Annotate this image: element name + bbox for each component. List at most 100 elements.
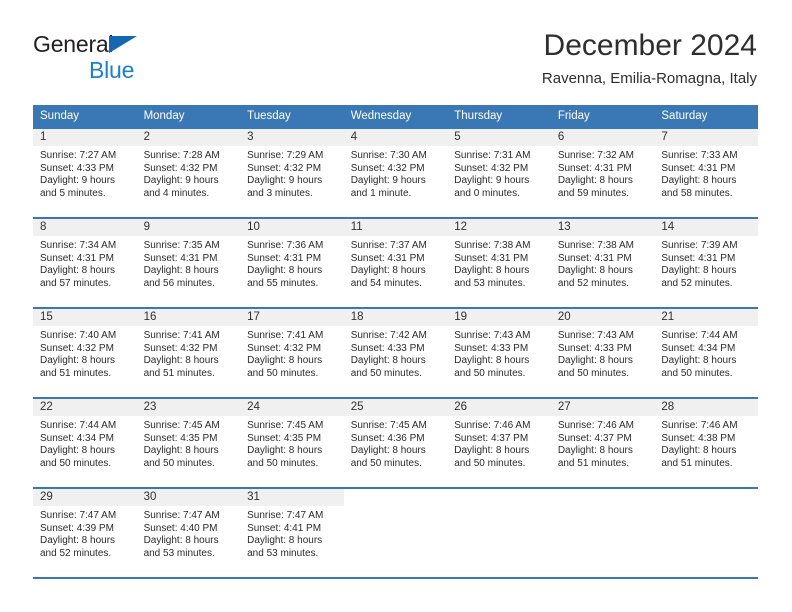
day-cell[interactable]: 17 Sunrise: 7:41 AM Sunset: 4:32 PM Dayl… [240,307,344,398]
day-cell[interactable]: 28 Sunrise: 7:46 AM Sunset: 4:38 PM Dayl… [654,397,758,488]
day-cell[interactable]: 1 Sunrise: 7:27 AM Sunset: 4:33 PM Dayli… [33,127,137,218]
sunset-text: Sunset: 4:32 PM [247,162,322,174]
day-details: Sunrise: 7:36 AM Sunset: 4:31 PM Dayligh… [240,236,344,290]
daylight-text-line2: and 52 minutes. [661,277,733,289]
daylight-text-line2: and 50 minutes. [247,367,319,379]
daylight-text-line2: and 50 minutes. [350,367,422,379]
daylight-text-line2: and 59 minutes. [557,187,629,199]
daylight-text-line1: Daylight: 8 hours [247,355,323,367]
title-block: December 2024 Ravenna, Emilia-Romagna, I… [542,28,757,89]
day-cell[interactable]: 5 Sunrise: 7:31 AM Sunset: 4:32 PM Dayli… [447,127,551,218]
weekday-header-friday: Friday [550,105,655,128]
day-number: 5 [447,129,551,146]
day-cell[interactable]: 27 Sunrise: 7:46 AM Sunset: 4:37 PM Dayl… [550,397,655,488]
sunset-text: Sunset: 4:32 PM [143,342,218,354]
day-cell[interactable]: 23 Sunrise: 7:45 AM Sunset: 4:35 PM Dayl… [136,397,241,488]
day-number: 26 [447,399,551,416]
day-cell[interactable]: 30 Sunrise: 7:47 AM Sunset: 4:40 PM Dayl… [136,487,241,579]
day-cell[interactable]: 15 Sunrise: 7:40 AM Sunset: 4:32 PM Dayl… [33,307,137,398]
sunset-text: Sunset: 4:40 PM [143,522,218,534]
sunset-text: Sunset: 4:38 PM [661,432,736,444]
sunset-text: Sunset: 4:37 PM [557,432,632,444]
day-number: 12 [447,219,551,236]
day-details: Sunrise: 7:39 AM Sunset: 4:31 PM Dayligh… [654,236,758,290]
sunrise-text: Sunrise: 7:38 AM [454,240,531,251]
daylight-text-line2: and 51 minutes. [143,367,215,379]
sunset-text: Sunset: 4:37 PM [454,432,529,444]
daylight-text-line1: Daylight: 8 hours [661,265,737,277]
daylight-text-line1: Daylight: 8 hours [247,535,323,547]
day-details: Sunrise: 7:27 AM Sunset: 4:33 PM Dayligh… [33,146,137,200]
day-cell[interactable]: 22 Sunrise: 7:44 AM Sunset: 4:34 PM Dayl… [33,397,137,488]
day-cell[interactable]: 19 Sunrise: 7:43 AM Sunset: 4:33 PM Dayl… [447,307,551,398]
day-cell-empty [447,487,551,579]
calendar-header-row: Sunday Monday Tuesday Wednesday Thursday… [33,105,758,128]
day-cell[interactable]: 10 Sunrise: 7:36 AM Sunset: 4:31 PM Dayl… [240,217,344,308]
logo-text-general: General [33,31,114,57]
day-cell-empty [343,487,448,579]
daylight-text-line1: Daylight: 8 hours [247,265,323,277]
day-details: Sunrise: 7:33 AM Sunset: 4:31 PM Dayligh… [654,146,758,200]
daylight-text-line2: and 3 minutes. [247,187,313,199]
day-details: Sunrise: 7:35 AM Sunset: 4:31 PM Dayligh… [137,236,241,290]
day-cell[interactable]: 2 Sunrise: 7:28 AM Sunset: 4:32 PM Dayli… [136,127,241,218]
day-cell[interactable]: 24 Sunrise: 7:45 AM Sunset: 4:35 PM Dayl… [240,397,344,488]
day-cell[interactable]: 13 Sunrise: 7:38 AM Sunset: 4:31 PM Dayl… [550,217,655,308]
daylight-text-line2: and 50 minutes. [247,457,319,469]
weekday-header-thursday: Thursday [447,105,551,128]
day-cell[interactable]: 9 Sunrise: 7:35 AM Sunset: 4:31 PM Dayli… [136,217,241,308]
day-cell[interactable]: 18 Sunrise: 7:42 AM Sunset: 4:33 PM Dayl… [343,307,448,398]
day-number: 2 [136,129,241,146]
day-cell[interactable]: 8 Sunrise: 7:34 AM Sunset: 4:31 PM Dayli… [33,217,137,308]
sunrise-text: Sunrise: 7:29 AM [247,150,324,161]
daylight-text-line1: Daylight: 8 hours [40,445,116,457]
weekday-header-tuesday: Tuesday [240,105,344,128]
day-cell[interactable]: 6 Sunrise: 7:32 AM Sunset: 4:31 PM Dayli… [550,127,655,218]
daylight-text-line1: Daylight: 8 hours [557,355,633,367]
daylight-text-line1: Daylight: 9 hours [143,175,219,187]
day-cell[interactable]: 11 Sunrise: 7:37 AM Sunset: 4:31 PM Dayl… [343,217,448,308]
day-cell[interactable]: 25 Sunrise: 7:45 AM Sunset: 4:36 PM Dayl… [343,397,448,488]
day-cell[interactable]: 3 Sunrise: 7:29 AM Sunset: 4:32 PM Dayli… [240,127,344,218]
day-details: Sunrise: 7:38 AM Sunset: 4:31 PM Dayligh… [551,236,655,290]
page-title: December 2024 [543,29,757,62]
day-details: Sunrise: 7:44 AM Sunset: 4:34 PM Dayligh… [33,416,137,470]
day-number: 7 [654,129,758,146]
daylight-text-line2: and 51 minutes. [661,457,733,469]
day-cell[interactable]: 29 Sunrise: 7:47 AM Sunset: 4:39 PM Dayl… [33,487,137,579]
day-cell[interactable]: 12 Sunrise: 7:38 AM Sunset: 4:31 PM Dayl… [447,217,551,308]
calendar-week-row: 8 Sunrise: 7:34 AM Sunset: 4:31 PM Dayli… [33,217,758,308]
daylight-text-line2: and 5 minutes. [40,187,106,199]
day-cell[interactable]: 4 Sunrise: 7:30 AM Sunset: 4:32 PM Dayli… [343,127,448,218]
day-number: 29 [33,489,137,506]
day-cell[interactable]: 14 Sunrise: 7:39 AM Sunset: 4:31 PM Dayl… [654,217,758,308]
sunset-text: Sunset: 4:36 PM [350,432,425,444]
day-cell[interactable]: 26 Sunrise: 7:46 AM Sunset: 4:37 PM Dayl… [447,397,551,488]
sunrise-text: Sunrise: 7:31 AM [454,150,531,161]
sunset-text: Sunset: 4:31 PM [40,252,114,264]
sunrise-text: Sunrise: 7:41 AM [143,330,220,341]
day-number: 16 [136,309,241,326]
sunrise-text: Sunrise: 7:36 AM [247,240,324,251]
day-number: 21 [654,309,758,326]
sunrise-text: Sunrise: 7:46 AM [454,420,531,431]
day-number [550,489,655,506]
day-details: Sunrise: 7:44 AM Sunset: 4:34 PM Dayligh… [654,326,758,380]
sunset-text: Sunset: 4:31 PM [143,252,218,264]
sunset-text: Sunset: 4:31 PM [557,252,632,264]
day-cell[interactable]: 7 Sunrise: 7:33 AM Sunset: 4:31 PM Dayli… [654,127,758,218]
daylight-text-line1: Daylight: 8 hours [557,265,633,277]
day-details: Sunrise: 7:45 AM Sunset: 4:35 PM Dayligh… [137,416,241,470]
day-cell[interactable]: 31 Sunrise: 7:47 AM Sunset: 4:41 PM Dayl… [240,487,344,579]
day-details: Sunrise: 7:43 AM Sunset: 4:33 PM Dayligh… [447,326,551,380]
day-cell[interactable]: 20 Sunrise: 7:43 AM Sunset: 4:33 PM Dayl… [550,307,655,398]
daylight-text-line1: Daylight: 8 hours [40,535,116,547]
calendar-table: Sunday Monday Tuesday Wednesday Thursday… [33,105,758,579]
daylight-text-line1: Daylight: 8 hours [661,445,737,457]
day-details: Sunrise: 7:38 AM Sunset: 4:31 PM Dayligh… [447,236,551,290]
day-cell[interactable]: 16 Sunrise: 7:41 AM Sunset: 4:32 PM Dayl… [136,307,241,398]
calendar-body: 1 Sunrise: 7:27 AM Sunset: 4:33 PM Dayli… [33,127,758,579]
sunset-text: Sunset: 4:41 PM [247,522,322,534]
daylight-text-line1: Daylight: 9 hours [247,175,323,187]
day-cell[interactable]: 21 Sunrise: 7:44 AM Sunset: 4:34 PM Dayl… [654,307,758,398]
